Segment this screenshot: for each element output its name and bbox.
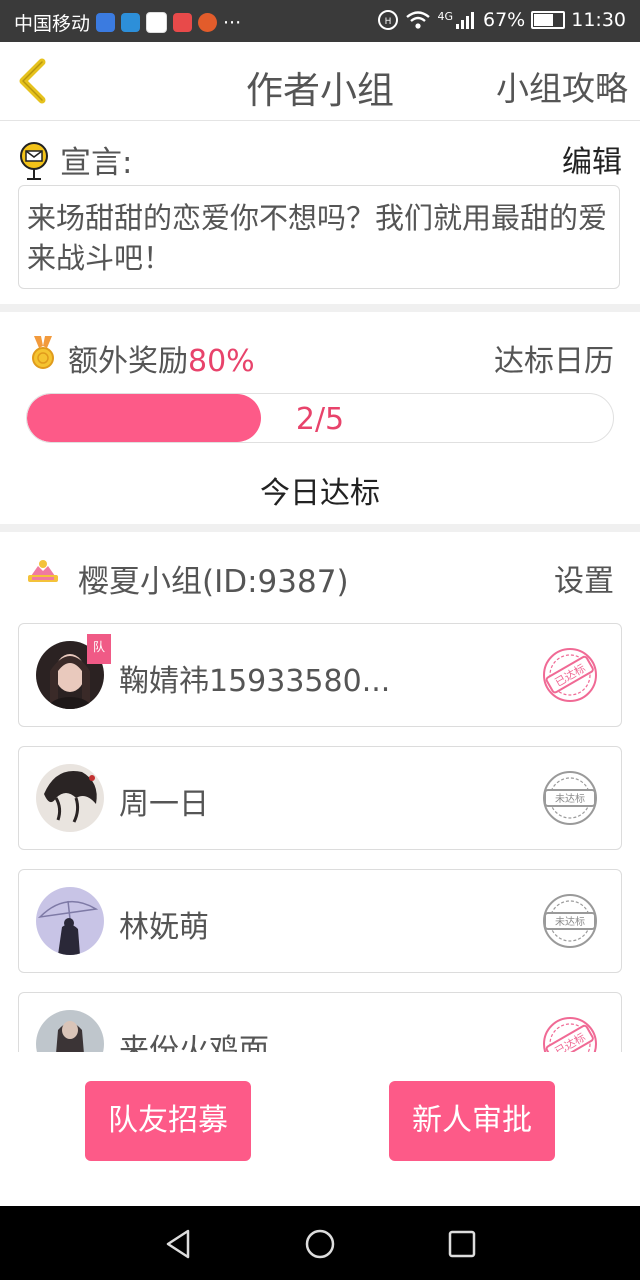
signal-icon [456, 12, 474, 29]
member-name: 林妩萌 [119, 910, 209, 945]
hd-call-icon: H [378, 10, 399, 30]
compliance-calendar-link[interactable]: 达标日历 [494, 336, 614, 380]
battery-icon [531, 11, 566, 29]
member-row[interactable]: 周一日 未达标 [18, 746, 622, 850]
carrier-label: 中国移动 [14, 13, 91, 35]
today-status: 今日达标 [260, 476, 380, 511]
app-notification-icon [173, 13, 193, 32]
member-row[interactable]: 来份火鸡面 已达标 [18, 992, 622, 1052]
new-member-approval-button[interactable]: 新人审批 [389, 1081, 555, 1161]
group-badge-icon [28, 560, 58, 582]
group-guide-link[interactable]: 小组攻略 [496, 62, 628, 110]
bonus-percent: 80% [188, 344, 255, 379]
status-stamp-unmet: 未达标 [543, 771, 597, 825]
status-bar: 中国移动 ··· H 4G 67% 11:30 [0, 0, 640, 42]
member-name: 来份火鸡面 [119, 1033, 269, 1052]
stamp-text: 未达标 [555, 793, 585, 805]
svg-text:H: H [385, 17, 392, 27]
medal-icon [32, 336, 54, 369]
bonus-section: 额外奖励80% 达标日历 2/5 今日达标 [0, 312, 640, 524]
wifi-icon [406, 11, 431, 29]
status-stamp-unmet: 未达标 [543, 894, 597, 948]
declaration-section: 宣言: 编辑 来场甜甜的恋爱你不想吗？我们就用最甜的爱来战斗吧！ [0, 121, 640, 304]
leader-badge: 队 [87, 634, 111, 664]
bonus-label-text: 额外奖励 [68, 344, 188, 379]
system-back-icon[interactable] [160, 1226, 196, 1262]
system-navigation-bar [0, 1206, 640, 1280]
member-row[interactable]: 林妩萌 未达标 [18, 869, 622, 973]
system-home-icon[interactable] [302, 1226, 338, 1262]
battery-percent: 67% [483, 9, 526, 31]
group-title: 樱夏小组(ID:9387) [78, 564, 349, 600]
group-section: 樱夏小组(ID:9387) 设置 队 鞠婧祎15933580... 已达标 周一… [0, 532, 640, 1052]
avatar [36, 887, 104, 955]
stamp-text: 未达标 [555, 916, 585, 928]
app-notification-icon [198, 13, 218, 32]
edit-button[interactable]: 编辑 [562, 137, 622, 181]
more-notifications: ··· [223, 11, 242, 34]
network-type-label: 4G [437, 9, 453, 23]
status-stamp-met: 已达标 [543, 648, 597, 702]
clock: 11:30 [571, 9, 626, 31]
declaration-label: 宣言: [60, 145, 133, 181]
app-notification-icon [121, 13, 141, 32]
member-name: 周一日 [119, 787, 209, 822]
progress-text: 2/5 [295, 402, 345, 437]
section-divider [0, 304, 640, 312]
mailbox-icon [20, 142, 48, 180]
section-divider [0, 524, 640, 532]
video-app-icon [146, 12, 168, 33]
member-name: 鞠婧祎15933580... [119, 664, 391, 699]
declaration-text: 来场甜甜的恋爱你不想吗？我们就用最甜的爱来战斗吧！ [18, 185, 620, 289]
avatar [36, 764, 104, 832]
avatar [36, 1010, 104, 1052]
member-row[interactable]: 队 鞠婧祎15933580... 已达标 [18, 623, 622, 727]
header-bar: 作者小组 小组攻略 [0, 42, 640, 121]
group-settings-link[interactable]: 设置 [554, 556, 614, 600]
bottom-action-bar: 队友招募 新人审批 [0, 1053, 640, 1206]
status-stamp-met: 已达标 [543, 1017, 597, 1052]
bonus-label: 额外奖励80% [68, 336, 255, 380]
system-recents-icon[interactable] [444, 1226, 480, 1262]
recruit-teammates-button[interactable]: 队友招募 [85, 1081, 251, 1161]
app-notification-icon [96, 13, 116, 32]
